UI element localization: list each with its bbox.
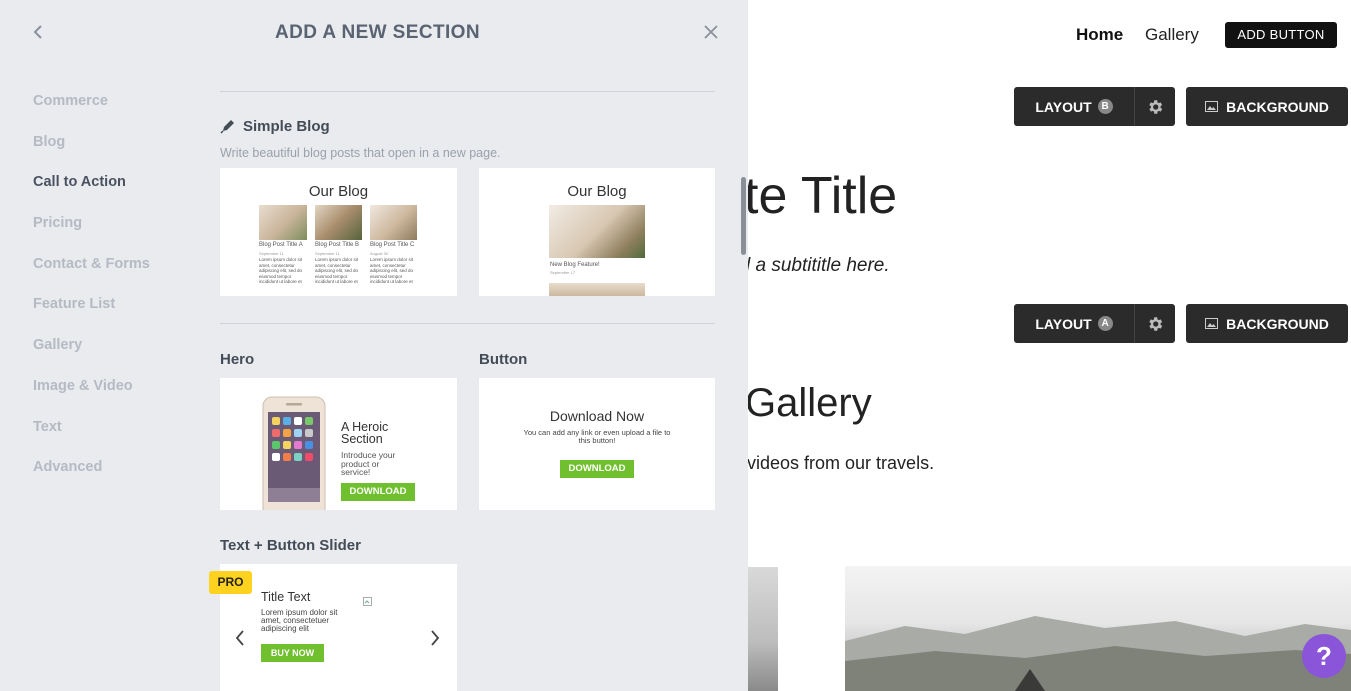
layout-badge: B <box>1097 99 1113 114</box>
layout-badge: A <box>1097 316 1113 331</box>
section-thumbnail-slider[interactable]: Title Text Lorem ipsum dolor sit amet, c… <box>220 564 457 691</box>
panel-scrollbar[interactable] <box>741 177 746 255</box>
pro-badge: PRO <box>209 571 252 594</box>
slider-buy-button: BUY NOW <box>261 644 324 662</box>
section-description: Write beautiful blog posts that open in … <box>220 146 501 160</box>
section-thumbnail-button[interactable]: Download Now You can add any link or eve… <box>479 378 715 510</box>
section-thumbnail-hero[interactable]: A Heroic Section Introduce your product … <box>220 378 457 510</box>
chevron-right-icon <box>430 630 440 650</box>
nav-home-link[interactable]: Home <box>1076 25 1123 45</box>
layout-control-a: LAYOUT A <box>1014 304 1175 343</box>
layout-button[interactable]: LAYOUT A <box>1014 304 1135 343</box>
category-gallery[interactable]: Gallery <box>33 336 150 377</box>
close-icon[interactable] <box>703 24 719 44</box>
post-body: Lorem ipsum dolor sit amet, consectetur … <box>315 257 359 285</box>
layout-label: LAYOUT <box>1035 98 1092 115</box>
post-title: Blog Post Title A <box>259 242 303 248</box>
thumbnail-image <box>549 283 645 296</box>
panel-title: ADD A NEW SECTION <box>275 22 480 43</box>
gallery-title[interactable]: Gallery <box>748 381 872 426</box>
section-label-slider: Text + Button Slider <box>220 537 361 554</box>
gallery-photo[interactable] <box>845 566 1351 691</box>
background-button[interactable]: BACKGROUND <box>1186 304 1348 343</box>
layout-button[interactable]: LAYOUT B <box>1014 87 1135 126</box>
category-text[interactable]: Text <box>33 418 150 459</box>
layout-control-b: LAYOUT B <box>1014 87 1175 126</box>
help-button[interactable]: ? <box>1302 634 1346 678</box>
divider <box>220 323 715 324</box>
broken-image-icon <box>363 591 372 610</box>
slider-title: Title Text <box>261 590 311 604</box>
post-title: New Blog Feature! <box>550 262 600 268</box>
hero-text: Introduce your product or service! <box>341 450 396 477</box>
post-title: Blog Post Title C <box>370 242 415 248</box>
thumbnail-image <box>370 205 417 240</box>
background-label: BACKGROUND <box>1226 98 1329 115</box>
gear-icon[interactable] <box>1135 304 1175 343</box>
divider <box>220 91 715 92</box>
background-button[interactable]: BACKGROUND <box>1186 87 1348 126</box>
category-call-to-action[interactable]: Call to Action <box>33 173 150 214</box>
thumbnail-image <box>259 205 307 240</box>
button-download-button: DOWNLOAD <box>560 460 634 478</box>
thumbnail-image <box>315 205 362 240</box>
category-blog[interactable]: Blog <box>33 133 150 174</box>
section-label-simple-blog: Simple Blog <box>243 118 330 135</box>
post-date: August 30 <box>370 251 389 256</box>
post-body: Lorem ipsum dolor sit amet, consectetur … <box>259 257 303 285</box>
hero-heading: A Heroic Section <box>341 420 389 446</box>
post-date: September 11 <box>259 251 284 256</box>
phone-icon <box>262 396 326 510</box>
nav-add-button[interactable]: ADD BUTTON <box>1225 22 1337 48</box>
thumbnail-image <box>549 205 645 258</box>
category-commerce[interactable]: Commerce <box>33 92 150 133</box>
background-label: BACKGROUND <box>1226 315 1329 332</box>
section-label-button: Button <box>479 351 528 368</box>
category-advanced[interactable]: Advanced <box>33 458 150 499</box>
gear-icon[interactable] <box>1135 87 1175 126</box>
chevron-left-icon <box>235 630 245 650</box>
gallery-text[interactable]: videos from our travels. <box>748 453 934 474</box>
category-image-video[interactable]: Image & Video <box>33 377 150 418</box>
site-subtitle[interactable]: l a subtititle here. <box>748 255 890 277</box>
section-label-hero: Hero <box>220 351 255 368</box>
post-body: Lorem ipsum dolor sit amet, consectetur … <box>370 257 414 285</box>
category-feature-list[interactable]: Feature List <box>33 295 150 336</box>
post-title: Blog Post Title B <box>315 242 360 248</box>
site-title[interactable]: te Title <box>748 166 897 226</box>
site-preview: Home Gallery ADD BUTTON LAYOUT B BACKGRO… <box>748 0 1351 691</box>
thumbnail-title: Our Blog <box>567 183 627 200</box>
category-list: Commerce Blog Call to Action Pricing Con… <box>33 92 150 499</box>
button-text: You can add any link or even upload a fi… <box>523 428 671 445</box>
post-date: September 11 <box>315 251 340 256</box>
thumbnail-title: Our Blog <box>308 183 369 200</box>
layout-label: LAYOUT <box>1035 315 1092 332</box>
button-heading: Download Now <box>549 408 645 424</box>
slider-dots <box>332 684 346 691</box>
pen-icon <box>220 118 236 138</box>
category-pricing[interactable]: Pricing <box>33 214 150 255</box>
slider-text: Lorem ipsum dolor sit amet, consectetuer… <box>261 608 338 633</box>
gallery-photo[interactable] <box>748 567 778 691</box>
category-contact-forms[interactable]: Contact & Forms <box>33 255 150 296</box>
image-icon <box>1205 316 1219 332</box>
image-icon <box>1205 99 1219 115</box>
add-section-panel: ADD A NEW SECTION Commerce Blog Call to … <box>0 0 748 691</box>
nav-gallery-link[interactable]: Gallery <box>1145 25 1199 45</box>
hero-download-button: DOWNLOAD <box>341 483 415 501</box>
post-date: September 17 <box>550 270 576 275</box>
section-thumbnail-blog-feature[interactable]: Our Blog New Blog Feature! September 17 <box>479 168 715 296</box>
section-thumbnail-blog-grid[interactable]: Our Blog Blog Post Title A Blog Post Tit… <box>220 168 457 296</box>
